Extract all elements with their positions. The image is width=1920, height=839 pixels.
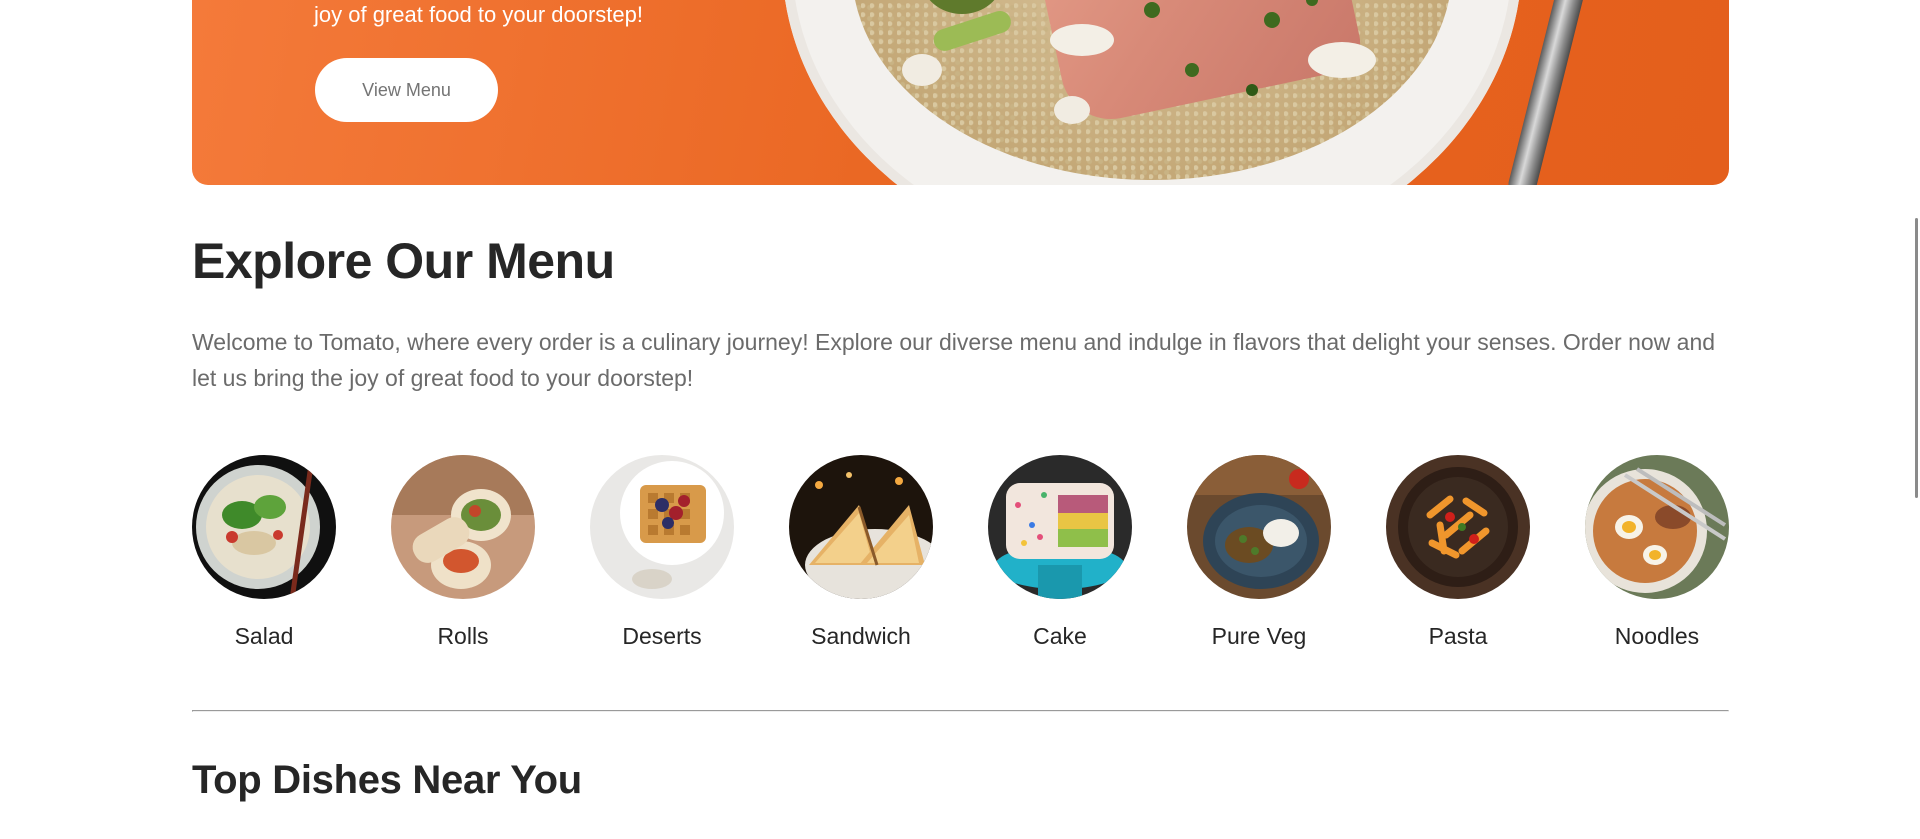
top-dishes-title: Top Dishes Near You: [192, 758, 582, 802]
menu-item-noodles[interactable]: Noodles: [1585, 455, 1729, 650]
hero-tagline: joy of great food to your doorstep!: [314, 2, 643, 27]
explore-menu-title: Explore Our Menu: [192, 233, 615, 289]
section-divider: [192, 710, 1729, 712]
menu-item-pure-veg[interactable]: Pure Veg: [1187, 455, 1331, 650]
menu-item-deserts[interactable]: Deserts: [590, 455, 734, 650]
menu-item-rolls[interactable]: Rolls: [391, 455, 535, 650]
menu-category-list: Salad Rolls Deserts Sandwich Cake Pure V…: [192, 455, 1729, 650]
cake-image[interactable]: [988, 455, 1132, 599]
hero-garnish-image: [902, 0, 1376, 124]
view-menu-button[interactable]: View Menu: [315, 58, 498, 122]
page-scrollbar[interactable]: [1912, 0, 1920, 839]
menu-item-label: Cake: [1033, 623, 1087, 649]
menu-item-sandwich[interactable]: Sandwich: [789, 455, 933, 650]
menu-item-pasta[interactable]: Pasta: [1386, 455, 1530, 650]
pure-veg-image[interactable]: [1187, 455, 1331, 599]
menu-item-label: Deserts: [622, 623, 702, 649]
hero-fork-image: [1505, 0, 1597, 185]
menu-item-label: Noodles: [1614, 623, 1700, 649]
menu-item-cake[interactable]: Cake: [988, 455, 1132, 650]
scrollbar-thumb[interactable]: [1915, 218, 1918, 498]
rolls-image[interactable]: [391, 455, 535, 599]
noodles-image[interactable]: [1585, 455, 1729, 599]
sandwich-image[interactable]: [789, 455, 933, 599]
pasta-image[interactable]: [1386, 455, 1530, 599]
salad-image[interactable]: [192, 455, 336, 599]
explore-menu-description: Welcome to Tomato, where every order is …: [192, 329, 1716, 391]
menu-item-label: Salad: [234, 623, 294, 649]
menu-item-label: Sandwich: [811, 623, 911, 649]
deserts-image[interactable]: [590, 455, 734, 599]
hero-banner: joy of great food to your doorstep! View…: [192, 0, 1729, 185]
menu-item-label: Pasta: [1428, 623, 1488, 649]
menu-item-label: Rolls: [437, 623, 489, 649]
menu-item-salad[interactable]: Salad: [192, 455, 336, 650]
menu-item-label: Pure Veg: [1211, 623, 1307, 649]
